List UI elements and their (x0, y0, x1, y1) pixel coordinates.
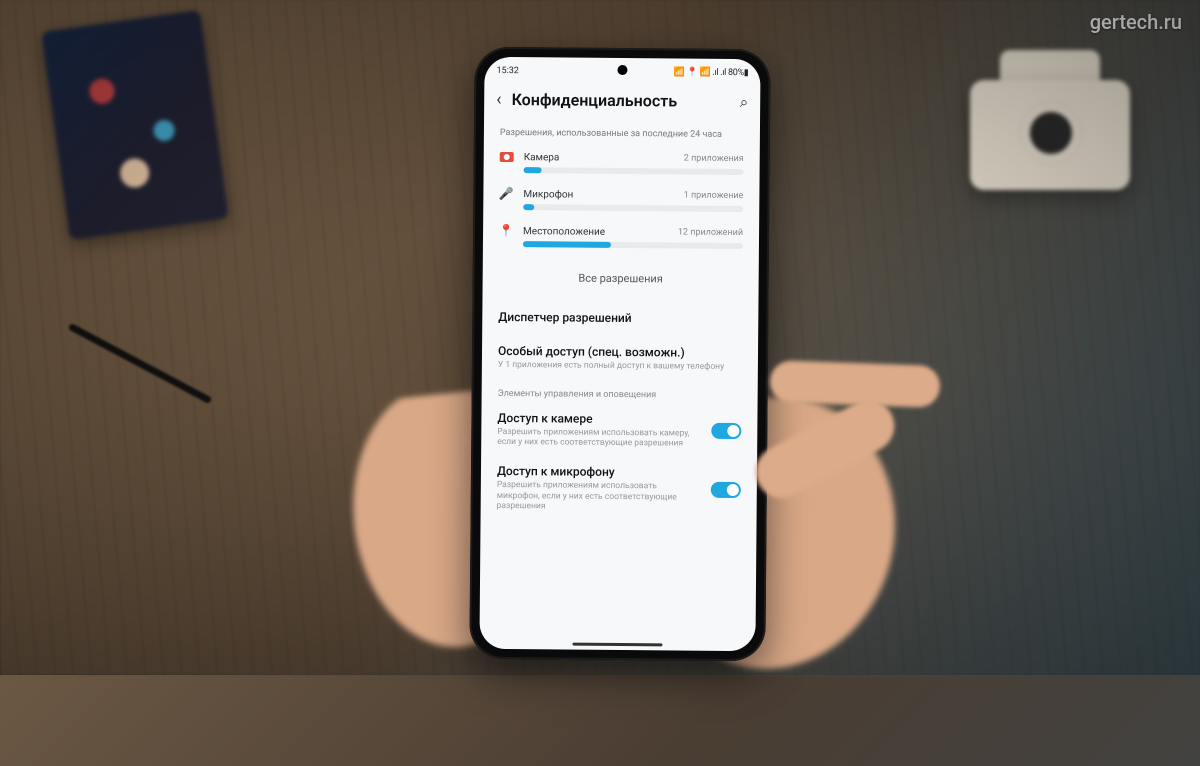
permission-count: 2 приложения (684, 154, 744, 165)
gesture-nav-bar[interactable] (572, 643, 662, 647)
permission-name: Камера (524, 152, 560, 163)
phone-screen: 15:32 📶 📍 📶 .ıl .ıl 80%▮ ‹ Конфиденциаль… (479, 57, 760, 651)
desk-prop-cards (41, 10, 229, 240)
location-icon: 📍 (499, 224, 513, 238)
usage-section-label: Разрешения, использованные за последние … (484, 122, 760, 148)
permission-row-camera[interactable]: Камера 2 приложения (483, 146, 759, 185)
camera-icon (500, 150, 514, 164)
permission-name: Местоположение (523, 226, 605, 238)
toggle-title: Доступ к микрофону (497, 464, 701, 480)
finger-pointing (769, 360, 940, 408)
permission-usage-bar (523, 241, 743, 249)
status-time: 15:32 (496, 66, 519, 76)
search-icon[interactable]: ⌕ (740, 93, 749, 111)
back-icon[interactable]: ‹ (496, 89, 502, 110)
permission-name: Микрофон (523, 189, 573, 200)
controls-section-label: Элементы управления и оповещения (482, 380, 758, 404)
item-description: У 1 приложения есть полный доступ к ваше… (498, 360, 742, 373)
toggle-row-camera-access[interactable]: Доступ к камере Разрешить приложениям ис… (481, 402, 757, 458)
permission-usage-bar (524, 167, 744, 175)
punch-hole-camera (617, 65, 627, 75)
toggle-description: Разрешить приложениям использовать камер… (497, 427, 701, 450)
phone-frame: 15:32 📶 📍 📶 .ıl .ıl 80%▮ ‹ Конфиденциаль… (469, 47, 770, 662)
toggle-description: Разрешить приложениям использовать микро… (497, 480, 701, 514)
item-permission-manager[interactable]: Диспетчер разрешений (482, 300, 758, 336)
all-permissions-link[interactable]: Все разрешения (482, 257, 758, 302)
watermark: gertech.ru (1090, 10, 1182, 34)
header: ‹ Конфиденциальность ⌕ (484, 81, 760, 124)
toggle-title: Доступ к камере (497, 411, 701, 427)
page-title: Конфиденциальность (512, 90, 730, 111)
permission-row-location[interactable]: 📍 Местоположение 12 приложений (483, 220, 759, 259)
item-title: Особый доступ (спец. возможн.) (498, 344, 742, 360)
toggle-switch[interactable] (711, 423, 741, 439)
permission-count: 1 приложение (684, 191, 744, 202)
item-special-access[interactable]: Особый доступ (спец. возможн.) У 1 прило… (482, 334, 758, 383)
toggle-switch[interactable] (711, 482, 741, 498)
permission-usage-bar (523, 204, 743, 212)
status-indicators: 📶 📍 📶 .ıl .ıl 80%▮ (674, 67, 749, 78)
desk-prop-camera (950, 40, 1170, 210)
toggle-row-microphone-access[interactable]: Доступ к микрофону Разрешить приложениям… (481, 456, 758, 522)
permission-count: 12 приложений (678, 228, 743, 239)
permission-row-microphone[interactable]: 🎤 Микрофон 1 приложение (483, 183, 759, 222)
microphone-icon: 🎤 (499, 187, 513, 201)
item-title: Диспетчер разрешений (498, 310, 742, 326)
